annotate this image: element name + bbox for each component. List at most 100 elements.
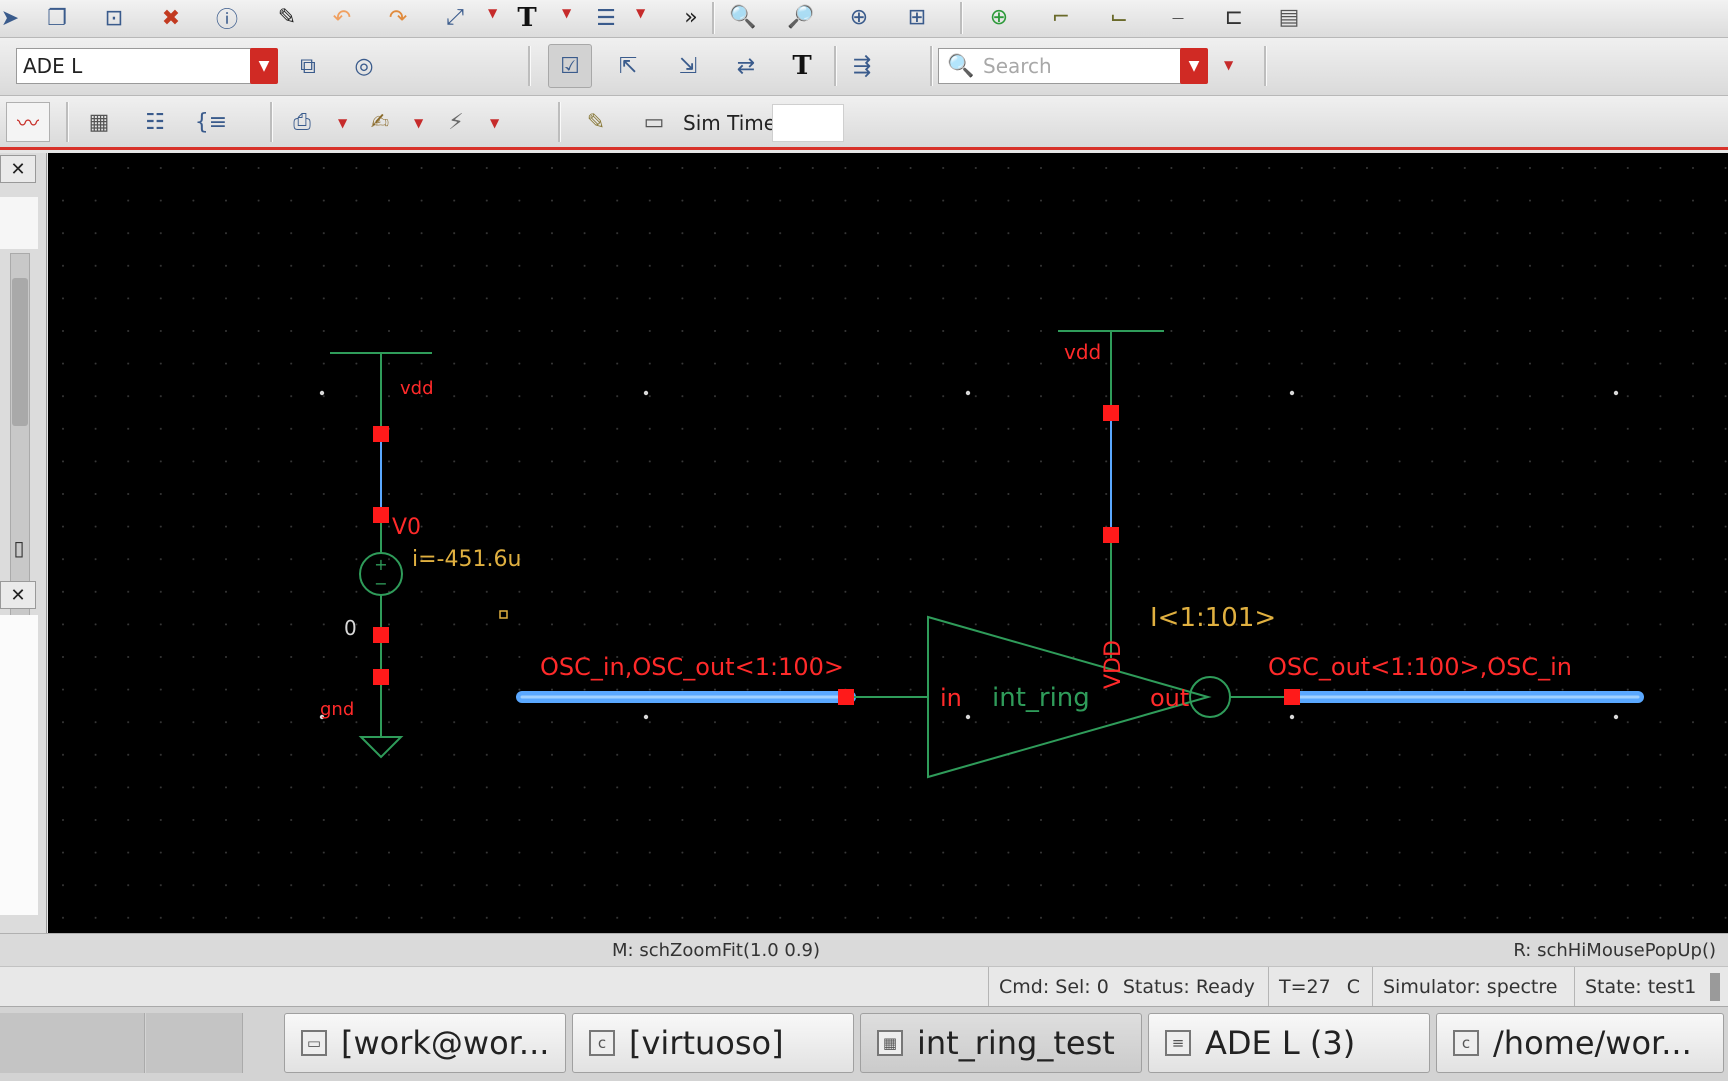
pin-marker[interactable] — [373, 669, 389, 685]
task-schematic[interactable]: ▦ int_ring_test — [860, 1013, 1142, 1073]
resize-grip[interactable] — [1710, 973, 1720, 1001]
status-bar: Cmd: Sel: 0 Status: Ready T=27 C Simulat… — [0, 966, 1728, 1007]
select-instances-icon[interactable]: ⇱ — [608, 46, 648, 86]
text-dropdown-icon[interactable]: ▼ — [562, 6, 571, 20]
mouse-hint-bar: M: schZoomFit(1.0 0.9) R: schHiMousePopU… — [0, 933, 1728, 967]
zoom-fit-icon[interactable]: ⊕ — [842, 2, 876, 32]
annotate-icon[interactable]: ⎙ — [282, 102, 322, 142]
task-label: [virtuoso] — [629, 1024, 784, 1062]
navigator-icon[interactable]: ⇶ — [842, 46, 882, 86]
simtime-field[interactable] — [772, 104, 844, 142]
canvas-grid — [48, 153, 1728, 933]
select-pins-icon[interactable]: ⇄ — [726, 46, 766, 86]
ade-icon: ≡ — [1165, 1030, 1191, 1056]
pin-marker[interactable] — [373, 507, 389, 523]
bus-right-label: OSC_out<1:100>,OSC_in — [1268, 653, 1572, 681]
separator — [1264, 46, 1267, 86]
zoom-area-icon[interactable]: ⊞ — [900, 2, 934, 32]
inst-pin-in-label: in — [940, 684, 962, 712]
scrollbar-thumb[interactable] — [12, 278, 28, 426]
close-panel-icon[interactable]: ✕ — [0, 581, 36, 609]
annotate-dropdown-icon[interactable]: ▼ — [338, 116, 347, 130]
search-icon[interactable]: 🔍 — [944, 52, 978, 80]
pin-marker[interactable] — [1103, 527, 1119, 543]
simulation-log-icon[interactable]: ▭ — [634, 102, 674, 142]
task-virtuoso[interactable]: c [virtuoso] — [572, 1013, 854, 1073]
align-dropdown-icon[interactable]: ▼ — [636, 6, 645, 20]
edit-properties-icon[interactable]: ✎ — [270, 2, 304, 32]
schematic-canvas[interactable]: + − vdd V0 i=-451.6u 0 gnd OSC_in,OSC_ou… — [48, 153, 1728, 933]
workspace-load-icon[interactable]: ◎ — [346, 48, 382, 84]
redo-icon[interactable]: ↷ — [384, 4, 412, 32]
bus-left-label: OSC_in,OSC_out<1:100> — [540, 653, 844, 681]
info-icon[interactable]: ⓘ — [212, 4, 242, 33]
task-ade-l[interactable]: ≡ ADE L (3) — [1148, 1013, 1430, 1073]
panel-body — [0, 197, 38, 249]
align-icon[interactable]: ☰ — [590, 4, 622, 32]
edit-annotations-dropdown-icon[interactable]: ▼ — [414, 116, 423, 130]
ready-status: Status: Ready — [1122, 976, 1255, 998]
add-wide-wire-icon[interactable]: ⌙ — [1104, 2, 1134, 32]
back-arrow-icon[interactable]: ➤ — [0, 4, 20, 32]
undo-icon[interactable]: ↶ — [328, 4, 356, 32]
workspace-switcher[interactable] — [146, 1013, 243, 1073]
search-scope-dropdown-icon[interactable]: ▼ — [1180, 48, 1208, 84]
workspace-switcher[interactable] — [48, 1013, 145, 1073]
copy-icon[interactable]: ❐ — [42, 4, 72, 32]
schematic-drawing[interactable]: + − vdd V0 i=-451.6u 0 gnd OSC_in,OSC_ou… — [48, 153, 1728, 933]
inst-pin-out-label: out — [1150, 684, 1189, 712]
workspace-dropdown-icon[interactable]: ▼ — [250, 48, 278, 84]
select-labels-icon[interactable]: T — [782, 46, 822, 86]
workspace-select[interactable]: ADE L — [16, 48, 252, 84]
add-wire-name-icon[interactable]: ⎯ — [1158, 2, 1198, 32]
add-pin-icon[interactable]: ⊏ — [1214, 2, 1254, 32]
probe-icon[interactable]: ⚡ — [436, 102, 476, 142]
stretch-icon[interactable]: ⤢ — [438, 2, 472, 32]
task-label: [work@wor... — [341, 1024, 550, 1062]
simulator-status: Simulator: spectre — [1372, 967, 1572, 1007]
stretch-dropdown-icon[interactable]: ▼ — [488, 6, 497, 20]
simtime-label: Sim Time — [683, 111, 777, 135]
fit-view-icon[interactable]: ⊡ — [96, 4, 132, 32]
separator — [930, 46, 933, 86]
add-instance-icon[interactable]: ⊕ — [982, 2, 1016, 32]
task-home-terminal[interactable]: c /home/wor... — [1436, 1013, 1724, 1073]
svg-text:−: − — [374, 574, 387, 593]
pin-marker[interactable] — [373, 627, 389, 643]
svg-text:+: + — [374, 555, 387, 574]
results-browser-icon[interactable]: ☷ — [136, 102, 174, 142]
add-wire-icon[interactable]: ⌐ — [1046, 2, 1076, 32]
pin-marker[interactable] — [1103, 405, 1119, 421]
delete-icon[interactable]: ✖ — [156, 4, 186, 32]
zoom-out-icon[interactable]: 🔎 — [784, 2, 818, 32]
calculator-icon[interactable]: ▦ — [80, 102, 118, 142]
status-cmd-segment: Cmd: Sel: 0 Status: Ready — [988, 967, 1255, 1007]
probe-dropdown-icon[interactable]: ▼ — [490, 116, 499, 130]
main-toolbar: ➤ ❐ ⊡ ✖ ⓘ ✎ ↶ ↷ ⤢ ▼ T ▼ ☰ ▼ » 🔍 🔎 ⊕ ⊞ ⊕ … — [0, 0, 1728, 38]
pin-marker[interactable] — [838, 689, 854, 705]
workspace-save-icon[interactable]: ⧉ — [290, 48, 326, 84]
stop-simulation-icon[interactable]: ✎ — [576, 102, 616, 142]
pin-marker[interactable] — [373, 426, 389, 442]
edit-annotations-icon[interactable]: ✍ — [360, 102, 400, 142]
pin-marker[interactable] — [1284, 689, 1300, 705]
taskbar: ▭ [work@wor... c [virtuoso] ▦ int_ring_t… — [0, 1006, 1728, 1081]
separator — [834, 46, 837, 86]
add-note-icon[interactable]: ▤ — [1274, 2, 1304, 32]
terminal-icon: ▭ — [301, 1030, 327, 1056]
expressions-icon[interactable]: {≡ — [192, 102, 230, 142]
inst-array-label: I<1:101> — [1150, 603, 1276, 633]
task-terminal[interactable]: ▭ [work@wor... — [284, 1013, 566, 1073]
waveform-icon[interactable]: 〰 — [6, 102, 50, 142]
search-placeholder: Search — [983, 54, 1052, 78]
separator — [66, 102, 69, 142]
select-wires-icon[interactable]: ⇲ — [668, 46, 708, 86]
search-options-dropdown-icon[interactable]: ▼ — [1224, 58, 1233, 72]
text-tool-icon[interactable]: T — [512, 2, 542, 34]
close-panel-icon[interactable]: ✕ — [0, 155, 36, 183]
zoom-in-icon[interactable]: 🔍 — [726, 2, 760, 32]
panel-toggle-icon[interactable]: ▯ — [4, 533, 34, 563]
virtuoso-icon: c — [1453, 1030, 1479, 1056]
selection-mode-icon[interactable]: ☑ — [548, 44, 592, 88]
more-chevron-icon[interactable]: » — [680, 2, 702, 32]
